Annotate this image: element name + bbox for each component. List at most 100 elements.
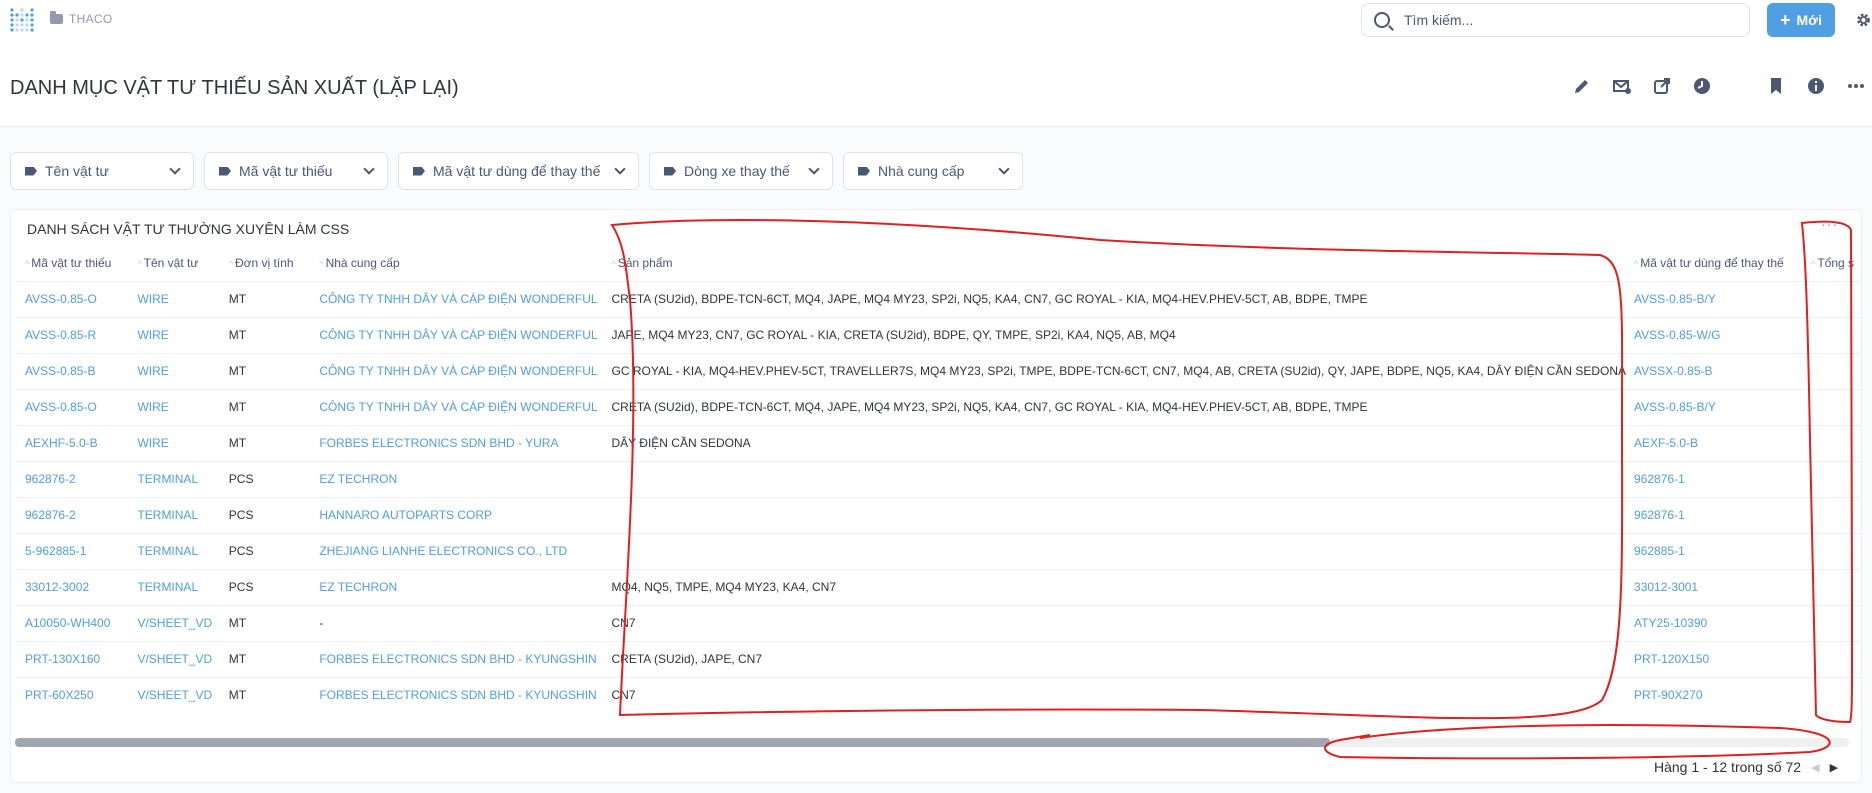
table-cell[interactable]: PRT-130X160	[17, 640, 130, 677]
page-title[interactable]: DANH MỤC VẬT TƯ THIẾU SẢN XUẤT (LẶP LẠI)	[10, 77, 459, 100]
table-cell[interactable]: 5-962885-1	[17, 532, 130, 569]
table-cell[interactable]: ATY25-10390	[1626, 604, 1804, 641]
filter-ma-vat-tu-thieu[interactable]: Mã vật tư thiếu	[204, 152, 388, 190]
table-cell[interactable]: A10050-WH400	[17, 604, 130, 641]
table-cell[interactable]: 33012-3001	[1626, 568, 1804, 605]
table-cell[interactable]: ZHEJIANG LIANHE ELECTRONICS CO., LTD	[311, 532, 604, 569]
table-cell[interactable]: V/SHEET_VD	[129, 640, 221, 677]
column-header-label: Đơn vị tính	[235, 255, 294, 270]
column-header[interactable]: ^ Sản phẩm	[604, 245, 1627, 281]
table-cell[interactable]: V/SHEET_VD	[129, 604, 221, 641]
table-cell[interactable]: TERMINAL	[129, 496, 221, 533]
table-cell[interactable]: CÔNG TY TNHH DÂY VÀ CÁP ĐIỆN WONDERFUL	[311, 388, 604, 425]
previous-page-icon[interactable]: ◀	[1811, 761, 1819, 774]
search-input[interactable]	[1404, 12, 1734, 28]
table-cell[interactable]: AEXF-5.0-B	[1626, 424, 1804, 461]
table-cell[interactable]: WIRE	[129, 352, 221, 389]
chevron-down-icon	[998, 163, 1010, 175]
table-cell[interactable]: TERMINAL	[129, 460, 221, 497]
table-cell[interactable]: AVSS-0.85-W/G	[1626, 316, 1804, 353]
table-cell[interactable]: FORBES ELECTRONICS SDN BHD - KYUNGSHIN	[311, 676, 604, 713]
subscription-icon[interactable]	[1612, 76, 1632, 96]
tag-icon	[219, 166, 231, 176]
table-cell[interactable]: AEXHF-5.0-B	[17, 424, 130, 461]
search-box[interactable]	[1361, 3, 1750, 37]
next-page-icon[interactable]: ▶	[1830, 761, 1838, 774]
table-cell[interactable]: 962876-2	[17, 460, 130, 497]
table-cell: MT	[220, 280, 312, 317]
table-cell[interactable]: TERMINAL	[129, 532, 221, 569]
table-cell[interactable]: AVSS-0.85-O	[17, 388, 130, 425]
table-cell: PCS	[220, 460, 312, 497]
info-icon[interactable]	[1806, 76, 1826, 96]
table-cell[interactable]: TERMINAL	[129, 568, 221, 605]
table-cell[interactable]: HANNARO AUTOPARTS CORP	[311, 496, 604, 533]
card-menu-icon[interactable]: ···	[1821, 216, 1838, 232]
breadcrumb-collection[interactable]: THACO	[69, 12, 113, 26]
table-cell[interactable]: CÔNG TY TNHH DÂY VÀ CÁP ĐIỆN WONDERFUL	[311, 280, 604, 317]
table-cell[interactable]: 962876-1	[1626, 496, 1804, 533]
table-cell[interactable]: FORBES ELECTRONICS SDN BHD - KYUNGSHIN	[311, 640, 604, 677]
column-header[interactable]: ^ Đơn vị tính	[221, 245, 312, 281]
folder-icon	[50, 11, 63, 24]
scrollbar-thumb[interactable]	[15, 738, 1330, 747]
table-cell[interactable]: WIRE	[129, 316, 221, 353]
table-cell[interactable]: 33012-3002	[17, 568, 130, 605]
tag-icon	[858, 166, 870, 176]
table-cell[interactable]: 962885-1	[1626, 532, 1804, 569]
horizontal-scrollbar[interactable]	[15, 738, 1849, 747]
filter-label: Nhà cung cấp	[878, 163, 965, 179]
table-cell[interactable]: AVSS-0.85-R	[17, 316, 130, 353]
column-header[interactable]: ^ Tên vật tư	[129, 245, 220, 281]
table-cell[interactable]: AVSS-0.85-O	[17, 280, 130, 317]
table-cell[interactable]: PRT-60X250	[17, 676, 130, 713]
table-cell	[1803, 676, 1861, 713]
column-header-label: Sản phẩm	[617, 255, 673, 270]
table-cell[interactable]: V/SHEET_VD	[129, 676, 221, 713]
table-cell: MT	[220, 388, 312, 425]
table-row: AVSS-0.85-O WIRE MT CÔNG TY TNHH DÂY VÀ CÁP…	[17, 280, 1861, 317]
share-icon[interactable]	[1652, 76, 1672, 96]
column-header-label: Tên vật tư	[143, 255, 199, 270]
table-cell: JAPE, MQ4 MY23, CN7, GC ROYAL - KIA, CRE…	[603, 316, 1627, 353]
table-cell[interactable]: EZ TECHRON	[311, 460, 604, 497]
table-cell[interactable]: 962876-2	[17, 496, 130, 533]
filter-dong-xe-thay-the[interactable]: Dòng xe thay thế	[649, 152, 833, 190]
column-header[interactable]: ^ Mã vật tư dùng để thay thế	[1626, 245, 1803, 281]
table-cell[interactable]: 962876-1	[1626, 460, 1804, 497]
table-cell[interactable]: PRT-120X150	[1626, 640, 1804, 677]
column-header[interactable]: ^ Mã vật tư thiếu	[17, 245, 129, 281]
new-button[interactable]: + Mới	[1767, 3, 1835, 37]
gear-icon[interactable]	[1855, 10, 1872, 30]
table-cell[interactable]: EZ TECHRON	[311, 568, 604, 605]
metabase-logo-icon[interactable]	[8, 6, 36, 34]
table-cell[interactable]: AVSSX-0.85-B	[1626, 352, 1804, 389]
filter-ten-vat-tu[interactable]: Tên vật tư	[10, 152, 194, 190]
table-cell[interactable]: CÔNG TY TNHH DÂY VÀ CÁP ĐIỆN WONDERFUL	[311, 316, 604, 353]
filter-ma-vat-tu-thay-the[interactable]: Mã vật tư dùng để thay thế	[398, 152, 639, 190]
table-cell[interactable]: PRT-90X270	[1626, 676, 1804, 713]
table-cell[interactable]: WIRE	[129, 424, 221, 461]
column-header[interactable]: ^ Tổng s	[1803, 245, 1861, 281]
table-row: 962876-2 TERMINAL PCS HANNARO AUTOPARTS COR…	[17, 496, 1861, 533]
history-clock-icon[interactable]	[1692, 76, 1712, 96]
table-cell[interactable]: AVSS-0.85-B	[17, 352, 130, 389]
more-options-icon[interactable]	[1846, 76, 1866, 96]
card-title[interactable]: DANH SÁCH VẬT TƯ THƯỜNG XUYÊN LÀM CSS	[27, 221, 349, 237]
table-cell[interactable]: WIRE	[129, 388, 221, 425]
bookmark-icon[interactable]	[1766, 76, 1786, 96]
column-header[interactable]: ^ Nhà cung cấp	[311, 245, 603, 281]
chevron-down-icon	[169, 163, 181, 175]
table-cell[interactable]: WIRE	[129, 280, 221, 317]
table-cell: MT	[220, 316, 312, 353]
pencil-icon[interactable]	[1572, 76, 1592, 96]
table-cell[interactable]: FORBES ELECTRONICS SDN BHD - YURA	[311, 424, 604, 461]
table-cell[interactable]: AVSS-0.85-B/Y	[1626, 388, 1804, 425]
breadcrumb[interactable]: THACO	[50, 11, 113, 26]
table-cell	[603, 460, 1627, 497]
filter-nha-cung-cap[interactable]: Nhà cung cấp	[843, 152, 1023, 190]
table-cell: MT	[220, 676, 312, 713]
table-cell[interactable]: AVSS-0.85-B/Y	[1626, 280, 1804, 317]
tag-icon	[25, 166, 37, 176]
table-cell[interactable]: CÔNG TY TNHH DÂY VÀ CÁP ĐIỆN WONDERFUL	[311, 352, 604, 389]
